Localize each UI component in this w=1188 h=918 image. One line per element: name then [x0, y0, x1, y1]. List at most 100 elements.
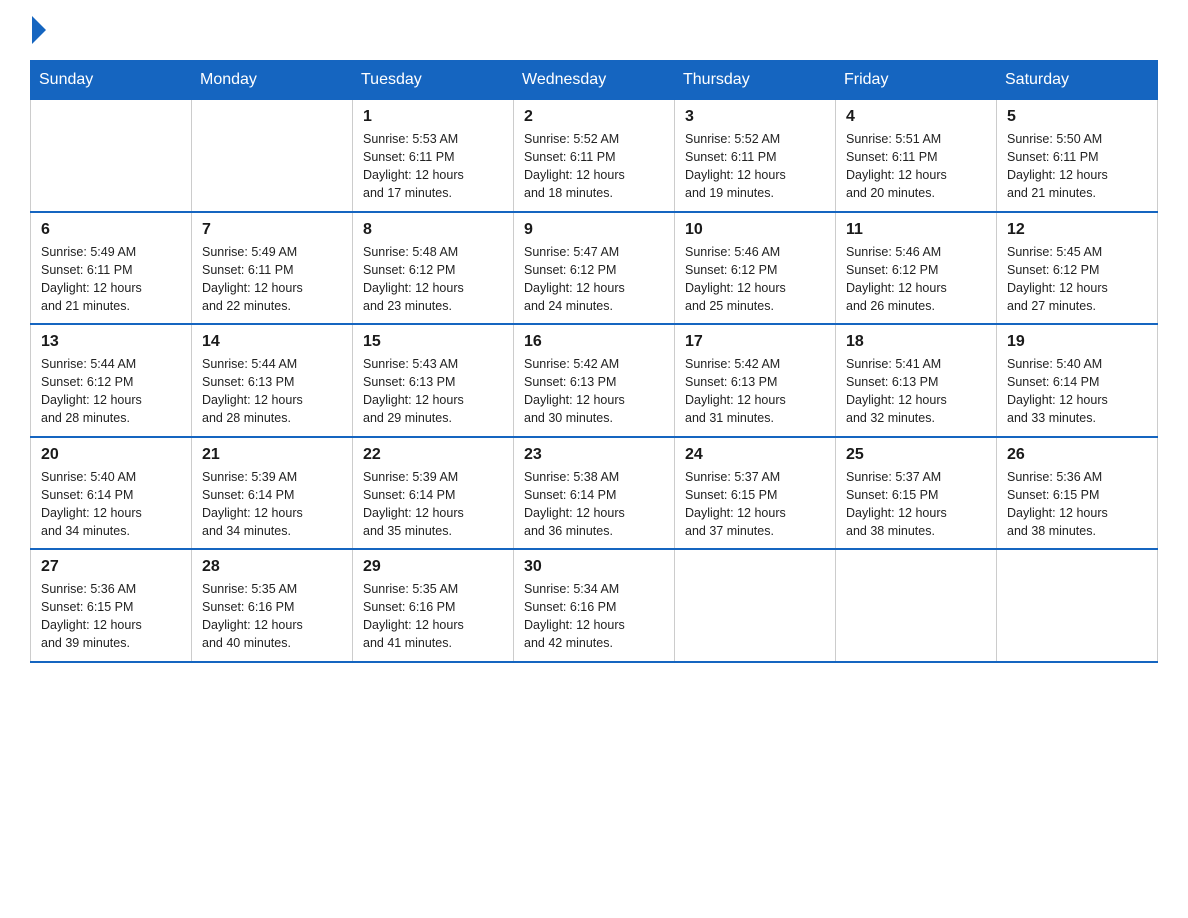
calendar-cell: 9 Sunrise: 5:47 AM Sunset: 6:12 PM Daylig…	[514, 212, 675, 325]
calendar-cell: 27 Sunrise: 5:36 AM Sunset: 6:15 PM Dayli…	[31, 549, 192, 662]
day-number: 13	[41, 333, 181, 351]
day-info: Sunrise: 5:36 AM Sunset: 6:15 PM Dayligh…	[1007, 468, 1147, 541]
day-info: Sunrise: 5:34 AM Sunset: 6:16 PM Dayligh…	[524, 580, 664, 653]
calendar-cell: 28 Sunrise: 5:35 AM Sunset: 6:16 PM Dayli…	[192, 549, 353, 662]
calendar-cell: 11 Sunrise: 5:46 AM Sunset: 6:12 PM Dayli…	[836, 212, 997, 325]
day-info: Sunrise: 5:44 AM Sunset: 6:12 PM Dayligh…	[41, 355, 181, 428]
day-info: Sunrise: 5:41 AM Sunset: 6:13 PM Dayligh…	[846, 355, 986, 428]
calendar-cell: 12 Sunrise: 5:45 AM Sunset: 6:12 PM Dayli…	[997, 212, 1158, 325]
day-info: Sunrise: 5:47 AM Sunset: 6:12 PM Dayligh…	[524, 243, 664, 316]
weekday-header-saturday: Saturday	[997, 61, 1158, 100]
day-number: 18	[846, 333, 986, 351]
weekday-header-wednesday: Wednesday	[514, 61, 675, 100]
day-number: 24	[685, 446, 825, 464]
calendar-cell: 30 Sunrise: 5:34 AM Sunset: 6:16 PM Dayli…	[514, 549, 675, 662]
calendar-cell: 2 Sunrise: 5:52 AM Sunset: 6:11 PM Daylig…	[514, 100, 675, 212]
day-number: 8	[363, 221, 503, 239]
calendar-cell: 29 Sunrise: 5:35 AM Sunset: 6:16 PM Dayli…	[353, 549, 514, 662]
calendar-cell	[192, 100, 353, 212]
day-info: Sunrise: 5:52 AM Sunset: 6:11 PM Dayligh…	[685, 130, 825, 203]
calendar-cell: 10Sunrise: 5:46 AM Sunset: 6:12 PM Dayli…	[675, 212, 836, 325]
calendar-cell: 5Sunrise: 5:50 AM Sunset: 6:11 PM Daylig…	[997, 100, 1158, 212]
calendar-cell	[31, 100, 192, 212]
day-number: 19	[1007, 333, 1147, 351]
calendar-cell	[997, 549, 1158, 662]
day-number: 6	[41, 221, 181, 239]
calendar-cell: 14Sunrise: 5:44 AM Sunset: 6:13 PM Dayli…	[192, 324, 353, 437]
day-number: 15	[363, 333, 503, 351]
calendar-header-row: SundayMondayTuesdayWednesdayThursdayFrid…	[31, 61, 1158, 100]
day-info: Sunrise: 5:38 AM Sunset: 6:14 PM Dayligh…	[524, 468, 664, 541]
day-number: 7	[202, 221, 342, 239]
day-number: 29	[363, 558, 503, 576]
day-number: 30	[524, 558, 664, 576]
day-number: 17	[685, 333, 825, 351]
day-number: 21	[202, 446, 342, 464]
calendar-cell: 16 Sunrise: 5:42 AM Sunset: 6:13 PM Dayli…	[514, 324, 675, 437]
day-info: Sunrise: 5:35 AM Sunset: 6:16 PM Dayligh…	[202, 580, 342, 653]
day-info: Sunrise: 5:39 AM Sunset: 6:14 PM Dayligh…	[202, 468, 342, 541]
day-number: 25	[846, 446, 986, 464]
day-number: 10	[685, 221, 825, 239]
page-header	[30, 20, 1158, 40]
day-number: 27	[41, 558, 181, 576]
calendar-cell: 6Sunrise: 5:49 AM Sunset: 6:11 PM Daylig…	[31, 212, 192, 325]
logo-arrow-icon	[32, 16, 46, 44]
calendar-cell: 25 Sunrise: 5:37 AM Sunset: 6:15 PM Dayli…	[836, 437, 997, 550]
calendar-cell: 19 Sunrise: 5:40 AM Sunset: 6:14 PM Dayli…	[997, 324, 1158, 437]
day-number: 16	[524, 333, 664, 351]
calendar-cell: 4Sunrise: 5:51 AM Sunset: 6:11 PM Daylig…	[836, 100, 997, 212]
calendar-week-1: 1Sunrise: 5:53 AM Sunset: 6:11 PM Daylig…	[31, 100, 1158, 212]
day-info: Sunrise: 5:40 AM Sunset: 6:14 PM Dayligh…	[1007, 355, 1147, 428]
day-info: Sunrise: 5:49 AM Sunset: 6:11 PM Dayligh…	[202, 243, 342, 316]
calendar-cell: 13 Sunrise: 5:44 AM Sunset: 6:12 PM Dayli…	[31, 324, 192, 437]
day-info: Sunrise: 5:42 AM Sunset: 6:13 PM Dayligh…	[524, 355, 664, 428]
day-info: Sunrise: 5:36 AM Sunset: 6:15 PM Dayligh…	[41, 580, 181, 653]
calendar-cell: 23 Sunrise: 5:38 AM Sunset: 6:14 PM Dayli…	[514, 437, 675, 550]
logo	[30, 20, 50, 40]
calendar-week-4: 20 Sunrise: 5:40 AM Sunset: 6:14 PM Dayli…	[31, 437, 1158, 550]
day-number: 3	[685, 108, 825, 126]
calendar-cell: 24 Sunrise: 5:37 AM Sunset: 6:15 PM Dayli…	[675, 437, 836, 550]
calendar-cell: 3 Sunrise: 5:52 AM Sunset: 6:11 PM Daylig…	[675, 100, 836, 212]
calendar-cell	[675, 549, 836, 662]
day-info: Sunrise: 5:51 AM Sunset: 6:11 PM Dayligh…	[846, 130, 986, 203]
weekday-header-monday: Monday	[192, 61, 353, 100]
weekday-header-sunday: Sunday	[31, 61, 192, 100]
day-info: Sunrise: 5:44 AM Sunset: 6:13 PM Dayligh…	[202, 355, 342, 428]
weekday-header-thursday: Thursday	[675, 61, 836, 100]
calendar-cell: 22 Sunrise: 5:39 AM Sunset: 6:14 PM Dayli…	[353, 437, 514, 550]
day-info: Sunrise: 5:53 AM Sunset: 6:11 PM Dayligh…	[363, 130, 503, 203]
day-info: Sunrise: 5:46 AM Sunset: 6:12 PM Dayligh…	[846, 243, 986, 316]
weekday-header-tuesday: Tuesday	[353, 61, 514, 100]
calendar-cell: 1Sunrise: 5:53 AM Sunset: 6:11 PM Daylig…	[353, 100, 514, 212]
day-info: Sunrise: 5:42 AM Sunset: 6:13 PM Dayligh…	[685, 355, 825, 428]
day-info: Sunrise: 5:40 AM Sunset: 6:14 PM Dayligh…	[41, 468, 181, 541]
day-number: 12	[1007, 221, 1147, 239]
weekday-header-friday: Friday	[836, 61, 997, 100]
day-info: Sunrise: 5:45 AM Sunset: 6:12 PM Dayligh…	[1007, 243, 1147, 316]
day-number: 2	[524, 108, 664, 126]
calendar-cell: 21 Sunrise: 5:39 AM Sunset: 6:14 PM Dayli…	[192, 437, 353, 550]
day-info: Sunrise: 5:37 AM Sunset: 6:15 PM Dayligh…	[846, 468, 986, 541]
day-info: Sunrise: 5:37 AM Sunset: 6:15 PM Dayligh…	[685, 468, 825, 541]
calendar-table: SundayMondayTuesdayWednesdayThursdayFrid…	[30, 60, 1158, 663]
day-info: Sunrise: 5:35 AM Sunset: 6:16 PM Dayligh…	[363, 580, 503, 653]
day-info: Sunrise: 5:52 AM Sunset: 6:11 PM Dayligh…	[524, 130, 664, 203]
day-number: 28	[202, 558, 342, 576]
day-number: 9	[524, 221, 664, 239]
calendar-cell: 20 Sunrise: 5:40 AM Sunset: 6:14 PM Dayli…	[31, 437, 192, 550]
day-number: 20	[41, 446, 181, 464]
day-number: 23	[524, 446, 664, 464]
day-number: 22	[363, 446, 503, 464]
calendar-cell	[836, 549, 997, 662]
day-number: 11	[846, 221, 986, 239]
calendar-cell: 17 Sunrise: 5:42 AM Sunset: 6:13 PM Dayli…	[675, 324, 836, 437]
calendar-week-5: 27 Sunrise: 5:36 AM Sunset: 6:15 PM Dayli…	[31, 549, 1158, 662]
calendar-cell: 8Sunrise: 5:48 AM Sunset: 6:12 PM Daylig…	[353, 212, 514, 325]
day-info: Sunrise: 5:39 AM Sunset: 6:14 PM Dayligh…	[363, 468, 503, 541]
day-number: 26	[1007, 446, 1147, 464]
calendar-cell: 18 Sunrise: 5:41 AM Sunset: 6:13 PM Dayli…	[836, 324, 997, 437]
day-info: Sunrise: 5:43 AM Sunset: 6:13 PM Dayligh…	[363, 355, 503, 428]
day-number: 5	[1007, 108, 1147, 126]
